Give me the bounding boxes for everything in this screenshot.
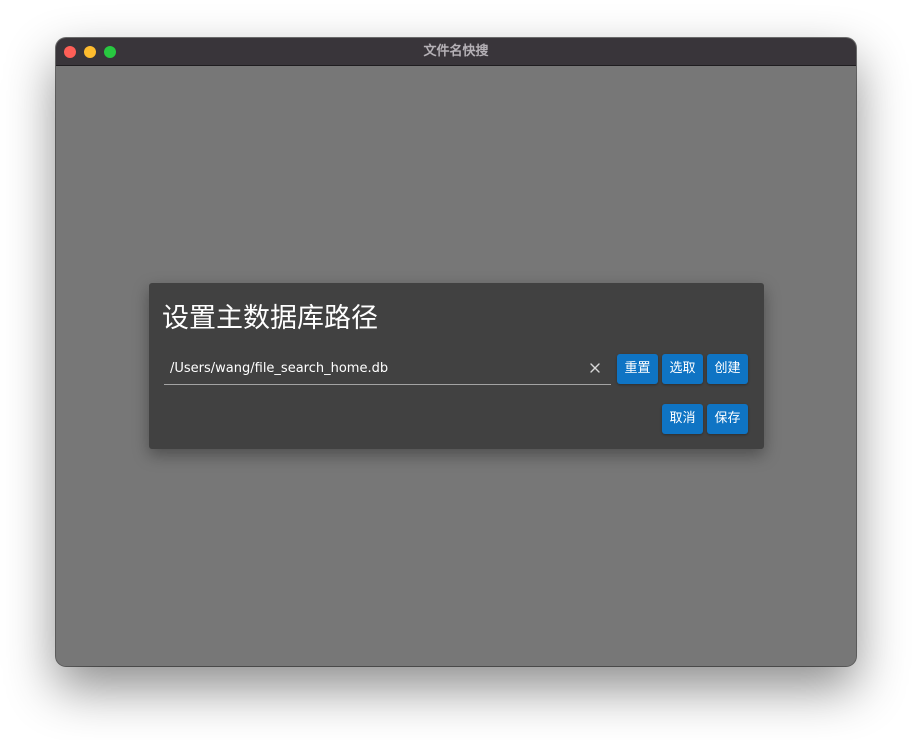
db-path-input[interactable] — [164, 353, 579, 383]
window-title: 文件名快搜 — [423, 44, 489, 59]
cancel-button[interactable]: 取消 — [662, 404, 703, 434]
title-bar[interactable]: 文件名快搜 — [56, 38, 856, 66]
content-overlay: 设置主数据库路径 重置 选取 创建 取消 保存 — [56, 66, 856, 666]
save-button[interactable]: 保存 — [707, 404, 748, 434]
app-window: 文件名快搜 设置主数据库路径 重置 选取 创建 取消 保存 — [56, 38, 856, 666]
pick-button[interactable]: 选取 — [662, 354, 703, 384]
create-button[interactable]: 创建 — [707, 354, 748, 384]
db-path-dialog: 设置主数据库路径 重置 选取 创建 取消 保存 — [149, 283, 764, 449]
dialog-title: 设置主数据库路径 — [162, 303, 378, 334]
db-path-field — [164, 353, 611, 385]
reset-button[interactable]: 重置 — [617, 354, 658, 384]
close-icon[interactable] — [588, 361, 602, 375]
